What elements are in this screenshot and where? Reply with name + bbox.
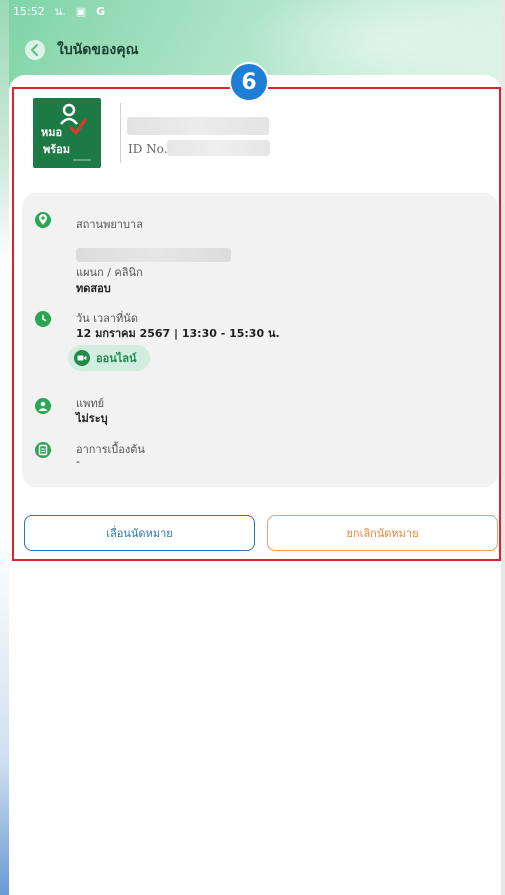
doctor-icon bbox=[35, 398, 51, 414]
blurred-hospital-value bbox=[76, 248, 231, 262]
appointment-info-card: สถานพยาบาล แผนก / คลินิก ทดสอบ วัน เวลาท… bbox=[22, 193, 498, 487]
cancel-appointment-button[interactable]: ยกเลิกนัดหมาย bbox=[267, 515, 498, 551]
id-label: ID No. bbox=[128, 142, 168, 156]
online-badge[interactable]: ออนไลน์ bbox=[68, 345, 150, 371]
hospital-logo: หมอ พร้อม bbox=[33, 98, 101, 168]
app-screen: 15:52 น. ▣ G ใบนัดของคุณ 6 หมอ พร้อม ID … bbox=[9, 0, 501, 895]
location-pin-icon bbox=[35, 212, 51, 228]
left-edge-strip bbox=[0, 0, 9, 895]
svg-text:พร้อม: พร้อม bbox=[43, 143, 70, 156]
symptom-value: - bbox=[76, 455, 80, 468]
postpone-appointment-button[interactable]: เลื่อนนัดหมาย bbox=[24, 515, 255, 551]
datetime-value: 12 มกราคม 2567 | 13:30 - 15:30 น. bbox=[76, 327, 280, 340]
status-time-suffix: น. bbox=[54, 5, 66, 18]
blurred-hospital-name bbox=[127, 117, 269, 135]
clipboard-icon bbox=[35, 442, 51, 458]
right-edge-strip bbox=[501, 0, 505, 895]
svg-text:หมอ: หมอ bbox=[41, 126, 62, 139]
title-bar: ใบนัดของคุณ bbox=[25, 39, 139, 61]
blurred-id-number bbox=[167, 140, 270, 156]
step-number-badge: 6 bbox=[229, 62, 269, 102]
video-camera-icon bbox=[74, 350, 90, 366]
status-time: 15:52 bbox=[13, 4, 45, 18]
google-g-icon: G bbox=[96, 4, 106, 18]
back-button[interactable] bbox=[25, 40, 45, 60]
department-value: ทดสอบ bbox=[76, 282, 111, 295]
clock-icon bbox=[35, 311, 51, 327]
chevron-left-icon bbox=[31, 44, 38, 56]
logo-divider bbox=[120, 103, 121, 163]
hospital-label: สถานพยาบาล bbox=[76, 218, 143, 231]
online-label: ออนไลน์ bbox=[96, 352, 137, 365]
status-bar: 15:52 น. ▣ G bbox=[13, 2, 105, 20]
doctor-value: ไม่ระบุ bbox=[76, 412, 108, 425]
symptom-label: อาการเบื้องต้น bbox=[76, 443, 145, 456]
notification-square-icon: ▣ bbox=[75, 4, 87, 18]
page-title: ใบนัดของคุณ bbox=[57, 42, 139, 58]
mor-prom-logo-icon: หมอ พร้อม bbox=[41, 103, 91, 161]
